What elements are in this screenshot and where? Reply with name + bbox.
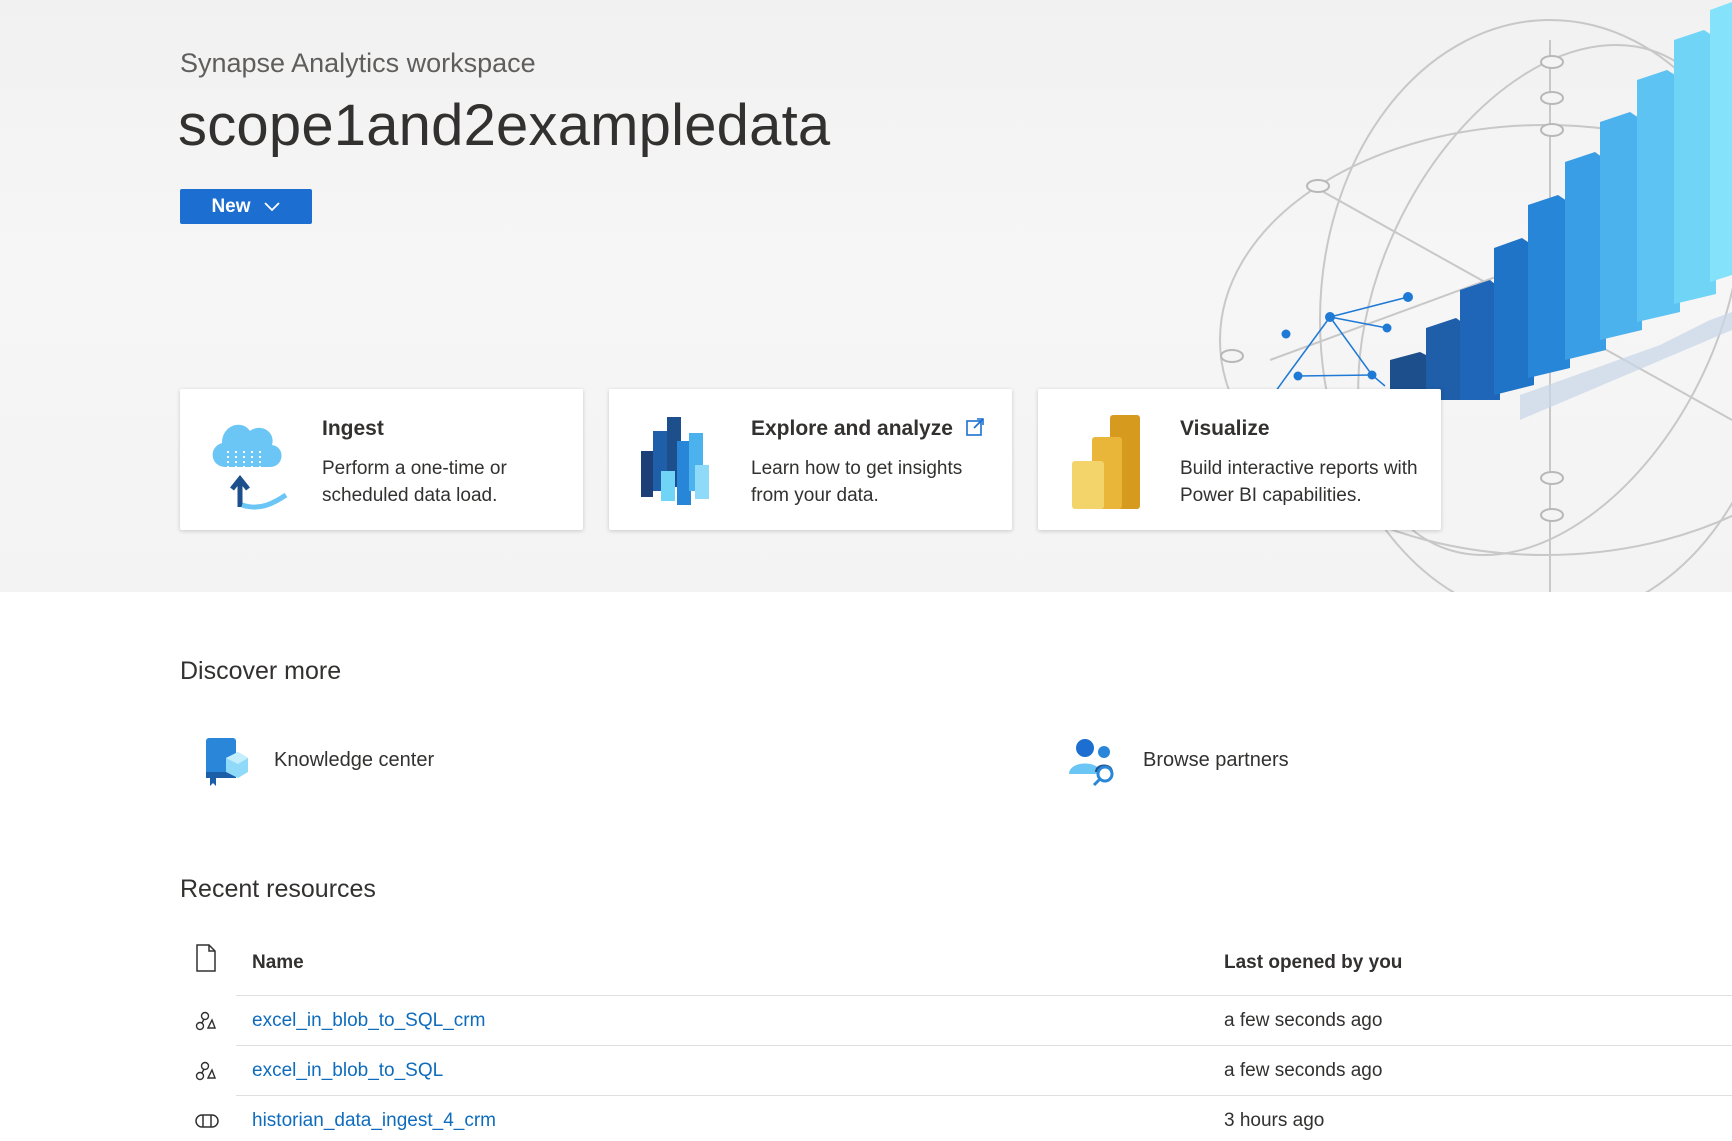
pipeline-icon [195, 1114, 219, 1128]
column-header-last-opened[interactable]: Last opened by you [1224, 952, 1402, 974]
column-header-name[interactable]: Name [252, 952, 304, 974]
page-title: scope1and2exampledata [178, 93, 831, 158]
visualize-card[interactable]: Visualize Build interactive reports with… [1038, 389, 1441, 530]
external-link-icon[interactable] [965, 417, 985, 437]
card-title: Visualize [1180, 417, 1270, 440]
cloud-upload-icon [212, 424, 288, 510]
table-row[interactable]: historian_data_ingest_4_crm 3 hours ago [180, 1096, 1732, 1141]
browse-partners-link[interactable]: Browse partners [1067, 732, 1289, 788]
discover-more-heading: Discover more [180, 657, 342, 685]
resource-name-link[interactable]: excel_in_blob_to_SQL [252, 1060, 443, 1082]
explore-analyze-card[interactable]: Explore and analyze Learn how to get ins… [609, 389, 1012, 530]
workspace-type-label: Synapse Analytics workspace [180, 48, 536, 78]
knowledge-center-label: Knowledge center [274, 748, 435, 771]
card-title: Ingest [322, 417, 384, 440]
partners-icon [1069, 739, 1114, 786]
chevron-down-icon [263, 201, 280, 211]
file-icon [196, 944, 216, 972]
card-description: Learn how to get insights from your data… [751, 458, 963, 506]
last-opened-value: 3 hours ago [1224, 1110, 1325, 1131]
last-opened-value: a few seconds ago [1224, 1060, 1383, 1081]
knowledge-center-link[interactable]: Knowledge center [200, 732, 434, 788]
book-icon [206, 738, 248, 786]
dataflow-icon [195, 1011, 216, 1031]
card-title: Explore and analyze [751, 417, 953, 440]
card-description: Build interactive reports with Power BI … [1180, 458, 1418, 506]
table-header: Name Last opened by you [180, 938, 1732, 994]
resource-name-link[interactable]: historian_data_ingest_4_crm [252, 1110, 496, 1132]
ingest-card[interactable]: Ingest Perform a one-time or scheduled d… [180, 389, 583, 530]
new-button-label: New [211, 195, 251, 217]
browse-partners-label: Browse partners [1143, 748, 1289, 771]
hero-banner: Synapse Analytics workspace scope1and2ex… [0, 0, 1732, 592]
resource-name-link[interactable]: excel_in_blob_to_SQL_crm [252, 1010, 485, 1032]
table-row[interactable]: excel_in_blob_to_SQL_crm a few seconds a… [180, 996, 1732, 1045]
card-description: Perform a one-time or scheduled data loa… [322, 458, 507, 506]
new-button[interactable]: New [180, 189, 312, 224]
last-opened-value: a few seconds ago [1224, 1010, 1383, 1031]
power-bi-icon [1072, 415, 1140, 509]
recent-resources-heading: Recent resources [180, 875, 376, 903]
table-row[interactable]: excel_in_blob_to_SQL a few seconds ago [180, 1046, 1732, 1095]
data-blocks-icon [641, 417, 709, 505]
dataflow-icon [195, 1061, 216, 1081]
